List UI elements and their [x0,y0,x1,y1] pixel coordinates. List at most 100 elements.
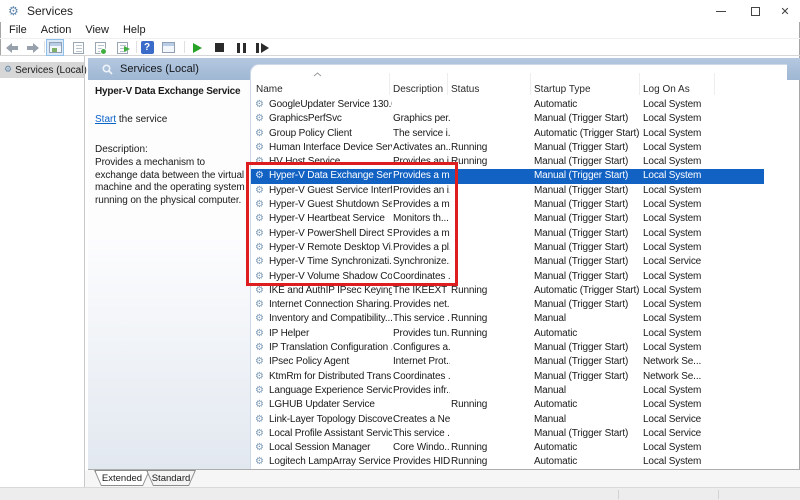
show-action-pane-icon[interactable] [160,40,176,55]
cell-desc: Coordinates ... [393,370,450,384]
back-icon[interactable] [4,40,20,55]
cell-status: Running [451,455,531,469]
tab-extended[interactable]: Extended [94,470,150,486]
menu-action[interactable]: Action [41,24,72,36]
menu-view[interactable]: View [85,24,109,36]
cell-name: Inventory and Compatibility... [269,312,392,326]
tab-standard[interactable]: Standard [146,470,196,486]
column-header-status[interactable]: Status [451,84,479,95]
tab-label: Standard [148,471,195,485]
cell-startup: Manual (Trigger Start) [534,184,642,198]
table-row[interactable]: ⚙Link-Layer Topology Discove...Creates a… [251,413,764,427]
cell-logon: Local System [643,227,763,241]
console-tree-panel: ⚙ Services (Local) [0,56,84,487]
column-header-startup-type[interactable]: Startup Type [534,84,591,95]
restart-service-icon[interactable] [254,40,270,55]
service-icon: ⚙ [255,112,268,126]
cell-name: Group Policy Client [269,127,392,141]
table-row[interactable]: ⚙Local Session ManagerCore Windo...Runni… [251,441,764,455]
show-console-tree-icon[interactable] [47,40,63,55]
table-row[interactable]: ⚙GoogleUpdater Service 130.0...Automatic… [251,98,764,112]
cell-name: Internet Connection Sharing... [269,298,392,312]
pause-service-icon[interactable] [233,40,249,55]
maximize-icon [751,7,760,16]
table-row[interactable]: ⚙Group Policy ClientThe service i...Auto… [251,127,764,141]
table-row[interactable]: ⚙Human Interface Device Serv...Activates… [251,141,764,155]
toolbar: ? [0,39,800,56]
column-divider[interactable] [389,73,390,95]
cell-startup: Manual [534,312,642,326]
table-row[interactable]: ⚙Local Profile Assistant ServiceThis ser… [251,427,764,441]
table-row[interactable]: ⚙IP HelperProvides tun...RunningAutomati… [251,327,764,341]
start-service-link[interactable]: Start [95,114,116,125]
service-icon: ⚙ [255,341,268,355]
refresh-icon[interactable] [92,40,108,55]
cell-desc: Provides tun... [393,327,450,341]
table-row[interactable]: ⚙IPsec Policy AgentInternet Prot...Manua… [251,355,764,369]
cell-desc: This service ... [393,427,450,441]
cell-startup: Manual (Trigger Start) [534,212,642,226]
close-button[interactable]: ✕ [768,0,800,22]
cell-name: IP Helper [269,327,392,341]
cell-startup: Automatic (Trigger Start) [534,127,642,141]
cell-logon: Local Service [643,413,763,427]
column-header-description[interactable]: Description [393,84,443,95]
table-row[interactable]: ⚙LGHUB Updater ServiceRunningAutomaticLo… [251,398,764,412]
service-icon: ⚙ [255,398,268,412]
column-divider[interactable] [447,73,448,95]
forward-icon[interactable] [25,40,41,55]
cell-startup: Automatic [534,441,642,455]
cell-name: IP Translation Configuration ... [269,341,392,355]
toolbar-separator [44,41,45,53]
help-icon[interactable]: ? [139,40,155,55]
column-divider[interactable] [530,73,531,95]
cell-logon: Local System [643,327,763,341]
menu-file[interactable]: File [9,24,27,36]
column-header-log-on-as[interactable]: Log On As [643,84,690,95]
column-divider[interactable] [639,73,640,95]
table-row[interactable]: ⚙Inventory and Compatibility...This serv… [251,312,764,326]
minimize-button[interactable] [704,0,738,22]
export-list-icon[interactable] [114,40,130,55]
column-divider[interactable] [714,73,715,95]
window-title: Services [27,4,73,18]
menu-help[interactable]: Help [123,24,146,36]
table-row[interactable]: ⚙IKE and AuthIP IPsec Keying ...The IKEE… [251,284,764,298]
table-row[interactable]: ⚙KtmRm for Distributed Trans...Coordinat… [251,370,764,384]
cell-logon: Local System [643,169,763,183]
cell-logon: Local System [643,141,763,155]
cell-logon: Local System [643,284,763,298]
cell-status: Running [451,312,531,326]
service-action: Start the service [95,114,243,125]
cell-name: Language Experience Service [269,384,392,398]
cell-desc: Configures a... [393,341,450,355]
service-icon: ⚙ [255,455,268,469]
service-icon: ⚙ [255,384,268,398]
table-row[interactable]: ⚙Logitech LampArray ServiceProvides HID.… [251,455,764,469]
table-row[interactable]: ⚙Internet Connection Sharing...Provides … [251,298,764,312]
maximize-button[interactable] [738,0,772,22]
properties-icon[interactable] [70,40,86,55]
tree-item-services-local[interactable]: ⚙ Services (Local) [0,62,84,78]
cell-startup: Manual (Trigger Start) [534,155,642,169]
table-row[interactable]: ⚙Language Experience ServiceProvides inf… [251,384,764,398]
cell-desc: Internet Prot... [393,355,450,369]
panel-divider[interactable] [84,56,85,487]
cell-logon: Local System [643,112,763,126]
cell-startup: Automatic [534,455,642,469]
cell-desc: Graphics per... [393,112,450,126]
minimize-icon [716,11,726,12]
cell-desc: Activates an... [393,141,450,155]
cell-startup: Manual (Trigger Start) [534,198,642,212]
cell-name: Link-Layer Topology Discove... [269,413,392,427]
cell-startup: Manual [534,413,642,427]
cell-desc: Provides HID... [393,455,450,469]
column-header-name[interactable]: Name [256,84,283,95]
cell-logon: Local System [643,312,763,326]
cell-name: IKE and AuthIP IPsec Keying ... [269,284,392,298]
table-row[interactable]: ⚙IP Translation Configuration ...Configu… [251,341,764,355]
status-bar [0,487,800,500]
start-service-icon[interactable] [189,40,205,55]
stop-service-icon[interactable] [211,40,227,55]
table-row[interactable]: ⚙GraphicsPerfSvcGraphics per...Manual (T… [251,112,764,126]
